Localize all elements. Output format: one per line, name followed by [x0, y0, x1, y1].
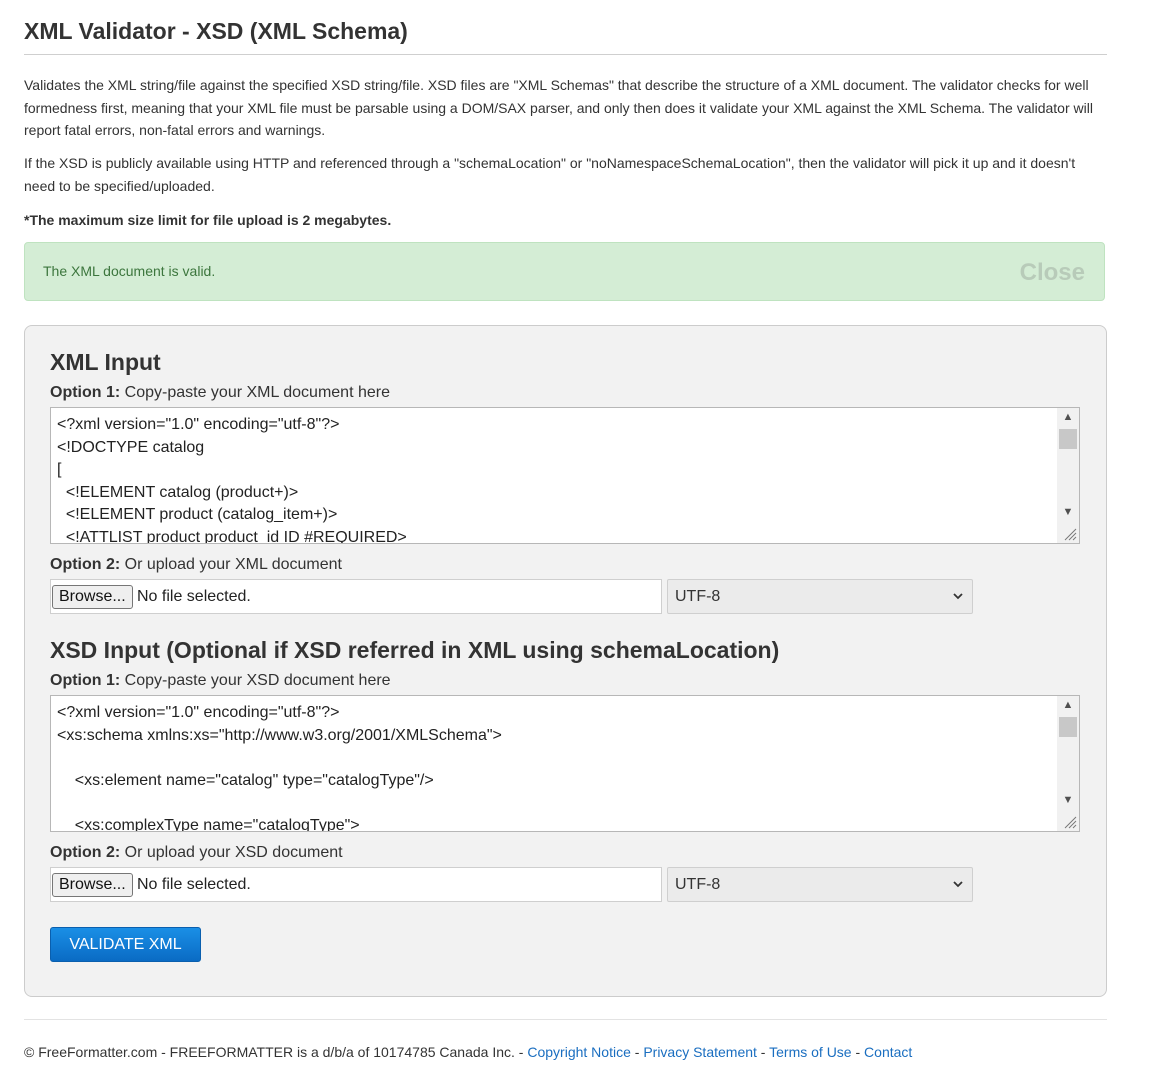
terms-of-use-link[interactable]: Terms of Use — [769, 1044, 851, 1060]
size-limit-note: *The maximum size limit for file upload … — [24, 212, 392, 228]
resize-grip-icon[interactable] — [1061, 813, 1077, 829]
xml-upload-row: Browse... No file selected. UTF-8 — [50, 579, 973, 614]
page-title: XML Validator - XSD (XML Schema) — [24, 18, 408, 44]
xsd-file-status: No file selected. — [137, 876, 251, 893]
footer-separator: - — [756, 1044, 770, 1060]
validate-xml-button[interactable]: VALIDATE XML — [50, 927, 201, 962]
scrollbar-thumb[interactable] — [1059, 429, 1077, 449]
schema-location-paragraph: If the XSD is publicly available using H… — [24, 155, 1076, 194]
footer-copyright: © FreeFormatter.com - FREEFORMATTER is a… — [24, 1044, 528, 1060]
xml-textarea[interactable]: <?xml version="1.0" encoding="utf-8"?> <… — [50, 407, 1080, 544]
xml-option2-prefix: Option 2: — [50, 556, 121, 573]
xml-file-input[interactable]: Browse... No file selected. — [50, 579, 662, 614]
success-alert: The XML document is valid. Close — [24, 242, 1105, 301]
xsd-textarea-content[interactable]: <?xml version="1.0" encoding="utf-8"?> <… — [57, 702, 1055, 831]
xsd-file-input[interactable]: Browse... No file selected. — [50, 867, 662, 902]
footer-divider — [24, 1019, 1107, 1020]
alert-close-button[interactable]: Close — [1020, 259, 1085, 287]
xsd-textarea[interactable]: <?xml version="1.0" encoding="utf-8"?> <… — [50, 695, 1080, 832]
xsd-option1-text: Copy-paste your XSD document here — [120, 672, 391, 689]
footer-separator: - — [851, 1044, 865, 1060]
xsd-option1-prefix: Option 1: — [50, 672, 121, 689]
xsd-upload-row: Browse... No file selected. UTF-8 — [50, 867, 973, 902]
xml-encoding-select[interactable]: UTF-8 — [667, 579, 973, 614]
scrollbar-thumb[interactable] — [1059, 717, 1077, 737]
xml-option1-prefix: Option 1: — [50, 384, 121, 401]
xml-option2-label: Option 2: Or upload your XML document — [50, 555, 342, 575]
contact-link[interactable]: Contact — [864, 1044, 912, 1060]
xml-option1-text: Copy-paste your XML document here — [120, 384, 390, 401]
scroll-down-icon[interactable]: ▼ — [1057, 503, 1079, 521]
footer: © FreeFormatter.com - FREEFORMATTER is a… — [24, 1044, 912, 1060]
xsd-option2-prefix: Option 2: — [50, 844, 121, 861]
page: XML Validator - XSD (XML Schema) Validat… — [0, 0, 1150, 1082]
intro-paragraph: Validates the XML string/file against th… — [24, 77, 1093, 138]
xsd-option2-text: Or upload your XSD document — [120, 844, 343, 861]
xsd-browse-button[interactable]: Browse... — [52, 873, 133, 897]
xml-option2-text: Or upload your XML document — [120, 556, 342, 573]
resize-grip-icon[interactable] — [1061, 525, 1077, 541]
xml-file-status: No file selected. — [137, 588, 251, 605]
xsd-input-title: XSD Input (Optional if XSD referred in X… — [50, 637, 780, 663]
chevron-down-icon — [953, 881, 963, 888]
alert-message: The XML document is valid. — [43, 263, 216, 279]
footer-separator: - — [630, 1044, 644, 1060]
xml-input-title: XML Input — [50, 349, 161, 375]
xsd-textarea-scrollbar[interactable]: ▲ ▼ — [1057, 696, 1079, 831]
xsd-option2-label: Option 2: Or upload your XSD document — [50, 843, 343, 863]
xml-textarea-scrollbar[interactable]: ▲ ▼ — [1057, 408, 1079, 543]
xsd-encoding-select[interactable]: UTF-8 — [667, 867, 973, 902]
xml-encoding-value: UTF-8 — [675, 588, 721, 605]
copyright-notice-link[interactable]: Copyright Notice — [527, 1044, 631, 1060]
xml-browse-button[interactable]: Browse... — [52, 585, 133, 609]
xml-option1-label: Option 1: Copy-paste your XML document h… — [50, 383, 390, 403]
title-divider — [24, 54, 1107, 55]
scroll-up-icon[interactable]: ▲ — [1057, 408, 1079, 426]
scroll-down-icon[interactable]: ▼ — [1057, 791, 1079, 809]
validator-form-panel: XML Input Option 1: Copy-paste your XML … — [24, 325, 1107, 997]
xml-textarea-content[interactable]: <?xml version="1.0" encoding="utf-8"?> <… — [57, 414, 1055, 543]
scroll-up-icon[interactable]: ▲ — [1057, 696, 1079, 714]
xsd-option1-label: Option 1: Copy-paste your XSD document h… — [50, 671, 391, 691]
xsd-encoding-value: UTF-8 — [675, 876, 721, 893]
chevron-down-icon — [953, 593, 963, 600]
privacy-statement-link[interactable]: Privacy Statement — [643, 1044, 757, 1060]
